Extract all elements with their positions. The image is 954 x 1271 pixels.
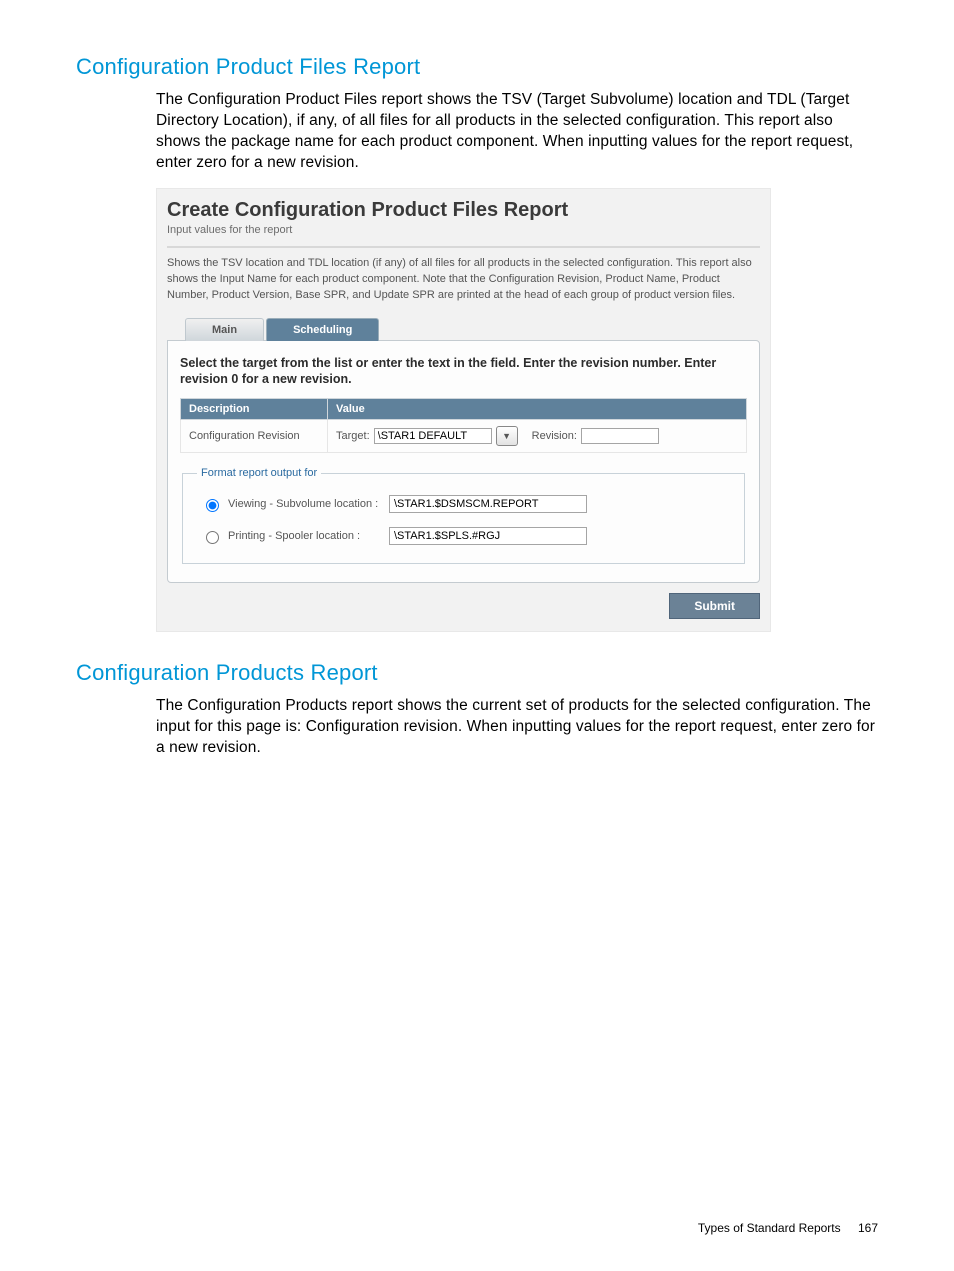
divider — [167, 246, 760, 248]
format-group: Format report output for Viewing - Subvo… — [182, 467, 745, 564]
col-header-value: Value — [328, 399, 747, 420]
revision-label: Revision: — [532, 430, 577, 442]
tab-body: Select the target from the list or enter… — [167, 340, 760, 584]
row-description: Configuration Revision — [181, 420, 328, 453]
section2-heading: Configuration Products Report — [76, 660, 878, 686]
section2-paragraph: The Configuration Products report shows … — [76, 696, 878, 759]
revision-input[interactable] — [581, 428, 659, 444]
target-dropdown[interactable]: ▼ — [496, 426, 518, 446]
viewing-row: Viewing - Subvolume location : — [201, 495, 730, 513]
footer-label: Types of Standard Reports — [698, 1221, 841, 1235]
printing-label: Printing - Spooler location : — [228, 530, 360, 542]
panel-description: Shows the TSV location and TDL location … — [167, 256, 760, 304]
col-header-description: Description — [181, 399, 328, 420]
printing-radio[interactable] — [206, 531, 219, 544]
viewing-radio[interactable] — [206, 499, 219, 512]
target-input[interactable] — [374, 428, 492, 444]
tab-scheduling[interactable]: Scheduling — [266, 318, 379, 341]
submit-row: Submit — [167, 593, 760, 619]
tabs: Main Scheduling — [185, 318, 760, 341]
viewing-label: Viewing - Subvolume location : — [228, 498, 378, 510]
tab-main[interactable]: Main — [185, 318, 264, 341]
viewing-location-input[interactable] — [389, 495, 587, 513]
section1-heading: Configuration Product Files Report — [76, 54, 878, 80]
submit-button[interactable]: Submit — [669, 593, 760, 619]
table-row: Configuration Revision Target: ▼ Revisio… — [181, 420, 747, 453]
target-label: Target: — [336, 430, 370, 442]
config-table: Description Value Configuration Revision… — [180, 398, 747, 453]
chevron-down-icon: ▼ — [502, 431, 511, 441]
report-panel: Create Configuration Product Files Repor… — [156, 188, 771, 633]
panel-title: Create Configuration Product Files Repor… — [167, 199, 760, 222]
printing-row: Printing - Spooler location : — [201, 527, 730, 545]
page-footer: Types of Standard Reports 167 — [698, 1221, 878, 1235]
row-value: Target: ▼ Revision: — [328, 420, 747, 453]
instruction-text: Select the target from the list or enter… — [180, 355, 747, 389]
section1-paragraph: The Configuration Product Files report s… — [76, 90, 878, 174]
format-legend: Format report output for — [197, 467, 321, 479]
panel-subtitle: Input values for the report — [167, 224, 760, 236]
footer-page-number: 167 — [858, 1221, 878, 1235]
printing-location-input[interactable] — [389, 527, 587, 545]
